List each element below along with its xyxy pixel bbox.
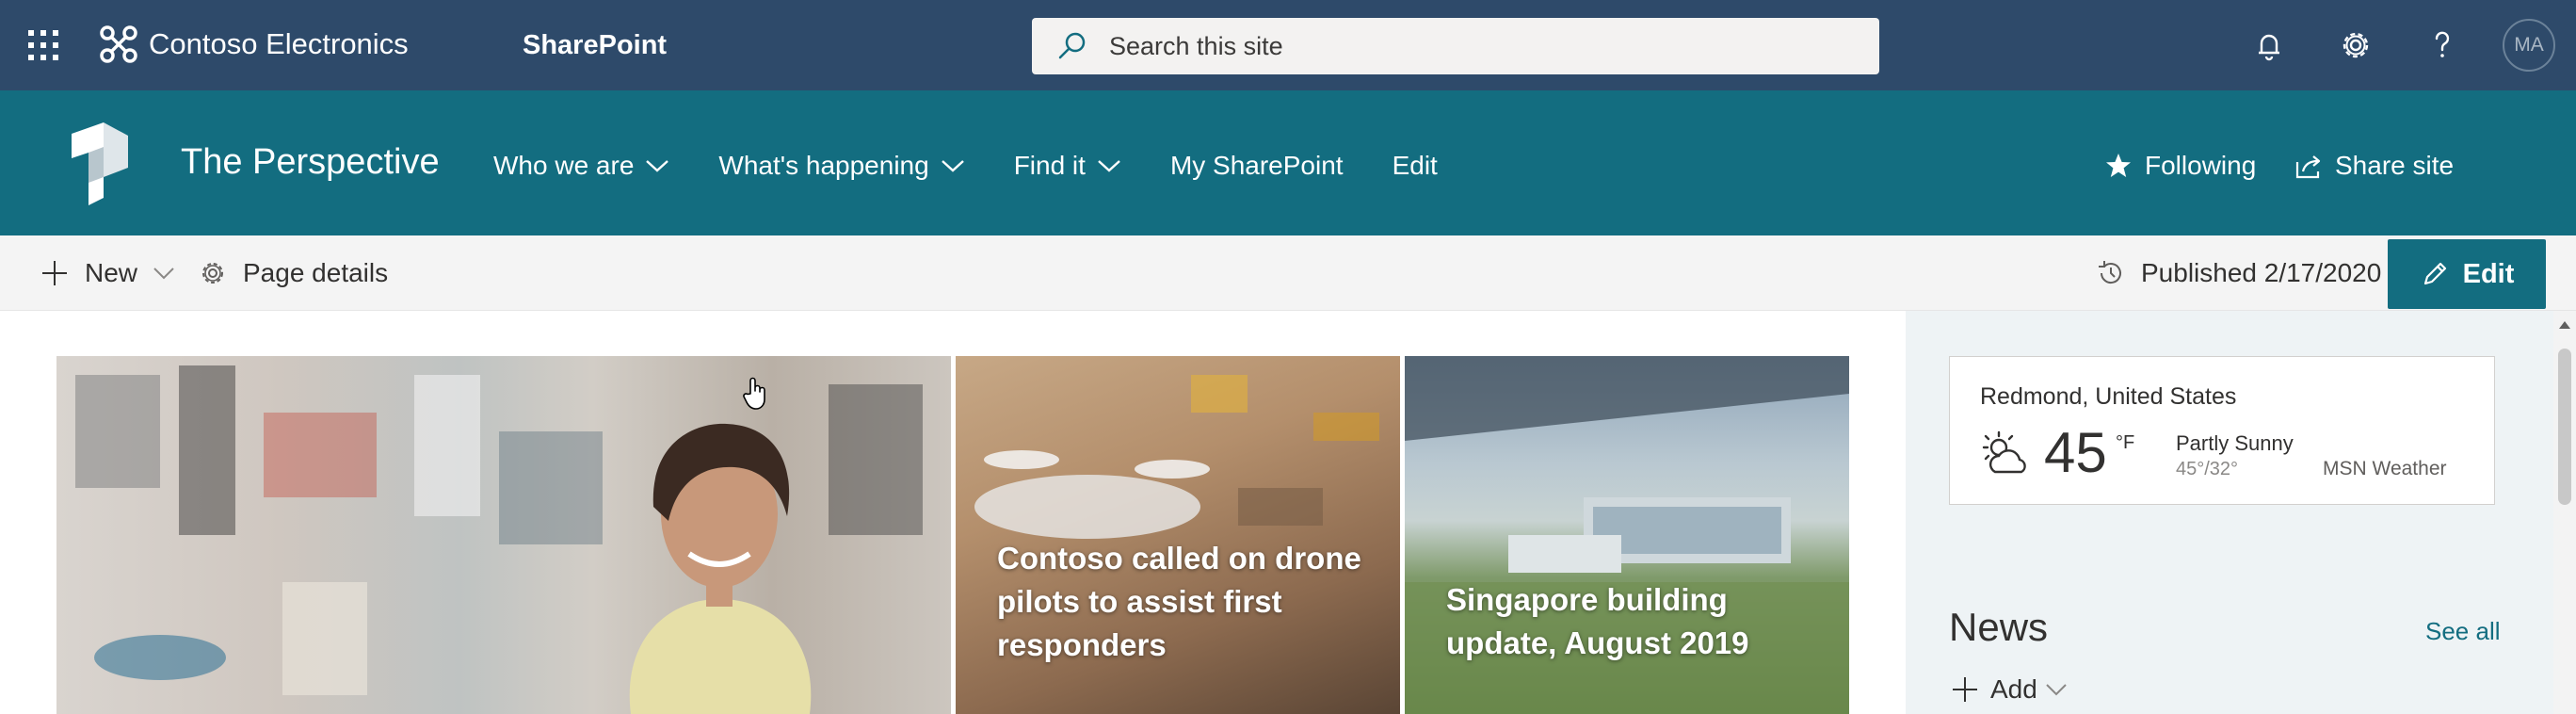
plus-icon bbox=[1953, 677, 1977, 702]
hand-cursor-icon bbox=[743, 377, 765, 410]
new-label: New bbox=[85, 258, 138, 287]
published-label: Published 2/17/2020 bbox=[2141, 258, 2382, 287]
chevron-down-icon bbox=[1098, 160, 1120, 172]
chevron-down-icon bbox=[646, 160, 669, 172]
site-logo[interactable] bbox=[62, 119, 134, 205]
site-navigation: Who we are What's happening Find it My S… bbox=[493, 147, 1487, 185]
site-title[interactable]: The Perspective bbox=[181, 139, 440, 185]
edit-page-button[interactable]: Edit bbox=[2388, 239, 2546, 309]
hero-tile-drone[interactable]: Contoso called on drone pilots to assist… bbox=[956, 356, 1400, 714]
right-rail: Redmond, United States 45 °F Partly Sunn… bbox=[1906, 311, 2553, 714]
search-input[interactable] bbox=[1107, 19, 1879, 73]
weather-location: Redmond, United States bbox=[1980, 383, 2237, 410]
brand-link[interactable]: Contoso Electronics bbox=[98, 21, 409, 68]
hero-tile-building[interactable]: Singapore building update, August 2019 bbox=[1405, 356, 1849, 714]
brand-name: Contoso Electronics bbox=[149, 27, 409, 60]
share-site-label: Share site bbox=[2335, 151, 2455, 180]
nav-label: My SharePoint bbox=[1169, 151, 1344, 180]
hero-tile-featured[interactable] bbox=[56, 356, 951, 714]
gear-icon[interactable] bbox=[2337, 26, 2375, 64]
avatar[interactable]: MA bbox=[2503, 19, 2555, 72]
waffle-icon[interactable] bbox=[23, 24, 64, 66]
nav-label: Edit bbox=[1392, 151, 1438, 180]
nav-my-sharepoint[interactable]: My SharePoint bbox=[1170, 147, 1344, 185]
gear-icon bbox=[202, 263, 223, 284]
hero-photo-woman bbox=[75, 365, 923, 714]
nav-label: Find it bbox=[1013, 151, 1086, 180]
chevron-down-icon bbox=[153, 268, 174, 280]
weather-range: 45°/32° bbox=[2176, 459, 2239, 479]
weather-unit: °F bbox=[2116, 432, 2135, 453]
published-status: Published 2/17/2020 bbox=[2096, 254, 2381, 292]
edit-page-label: Edit bbox=[2462, 258, 2515, 289]
partly-sunny-icon bbox=[1982, 430, 2026, 474]
page-details-button[interactable]: Page details bbox=[198, 254, 388, 292]
hero-tile-title: Contoso called on drone pilots to assist… bbox=[997, 541, 1361, 662]
nav-who-we-are[interactable]: Who we are bbox=[493, 147, 669, 185]
following-button[interactable]: Following bbox=[2103, 151, 2256, 181]
nav-label: Who we are bbox=[493, 151, 635, 180]
scroll-up-arrow-icon[interactable] bbox=[2558, 320, 2571, 330]
nav-whats-happening[interactable]: What's happening bbox=[718, 147, 964, 185]
hero-tile-title: Singapore building update, August 2019 bbox=[1446, 582, 1749, 660]
new-button[interactable]: New bbox=[40, 254, 175, 292]
page-scrollbar[interactable] bbox=[2553, 311, 2576, 714]
news-heading: News bbox=[1949, 605, 2049, 649]
weather-card[interactable]: Redmond, United States 45 °F Partly Sunn… bbox=[1949, 356, 2495, 505]
pencil-icon bbox=[2423, 262, 2446, 285]
contoso-logo-icon bbox=[100, 25, 137, 63]
nav-edit-link[interactable]: Edit bbox=[1393, 147, 1438, 185]
weather-temperature: 45 bbox=[2044, 421, 2107, 484]
nav-find-it[interactable]: Find it bbox=[1014, 147, 1121, 185]
search-icon bbox=[1058, 32, 1086, 59]
page-details-label: Page details bbox=[243, 258, 389, 287]
search-box[interactable] bbox=[1032, 18, 1879, 74]
star-icon bbox=[2106, 154, 2131, 177]
history-icon bbox=[2099, 261, 2121, 284]
chevron-down-icon bbox=[2046, 684, 2067, 696]
site-header: The Perspective Who we are What's happen… bbox=[0, 90, 2576, 235]
news-add-label: Add bbox=[1990, 674, 2037, 704]
help-icon[interactable] bbox=[2423, 26, 2461, 64]
weather-source: MSN Weather bbox=[2323, 458, 2447, 479]
nav-label: What's happening bbox=[718, 151, 929, 180]
app-name-link[interactable]: SharePoint bbox=[523, 24, 667, 66]
share-site-button[interactable]: Share site bbox=[2294, 151, 2454, 181]
command-bar: New Page details Published 2/17/2020 Edi… bbox=[0, 235, 2576, 311]
following-label: Following bbox=[2145, 151, 2257, 180]
scrollbar-thumb[interactable] bbox=[2558, 349, 2571, 505]
weather-condition: Partly Sunny bbox=[2176, 431, 2294, 455]
see-all-link[interactable]: See all bbox=[2425, 616, 2501, 646]
share-icon bbox=[2295, 155, 2321, 179]
chevron-down-icon bbox=[941, 160, 964, 172]
suite-bar: Contoso Electronics SharePoint MA bbox=[0, 0, 2576, 90]
bell-icon[interactable] bbox=[2250, 26, 2288, 64]
news-add-button[interactable]: Add bbox=[1951, 673, 2068, 706]
plus-icon bbox=[42, 261, 67, 285]
